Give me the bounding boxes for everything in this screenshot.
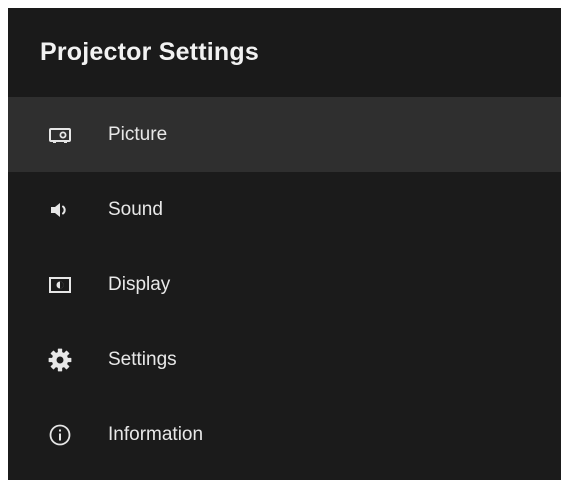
header: Projector Settings: [8, 8, 561, 97]
menu-item-label: Display: [108, 273, 171, 295]
menu-item-picture[interactable]: Picture: [8, 97, 561, 172]
menu-item-label: Settings: [108, 348, 177, 370]
menu-item-settings[interactable]: Settings: [8, 322, 561, 397]
projector-icon: [46, 121, 74, 149]
menu-item-information[interactable]: Information: [8, 397, 561, 472]
menu-item-label: Picture: [108, 123, 168, 145]
page-title: Projector Settings: [40, 38, 259, 66]
menu-item-label: Information: [108, 423, 204, 445]
menu-item-sound[interactable]: Sound: [8, 172, 561, 247]
menu-item-display[interactable]: Display: [8, 247, 561, 322]
speaker-icon: [46, 196, 74, 224]
display-icon: [46, 271, 74, 299]
gear-icon: [46, 346, 74, 374]
menu-item-label: Sound: [108, 198, 163, 220]
info-icon: [46, 421, 74, 449]
settings-menu: Picture Sound Display Settings Informati…: [8, 97, 561, 472]
settings-panel: Projector Settings Picture Sound Display…: [8, 8, 561, 480]
